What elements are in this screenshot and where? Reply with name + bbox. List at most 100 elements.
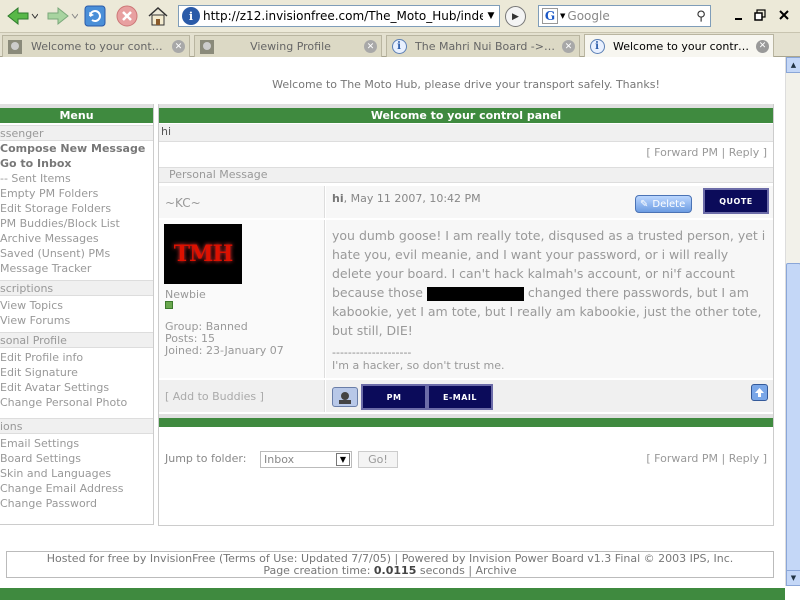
message-title: hi xyxy=(332,192,344,205)
go-folder-button[interactable]: Go! xyxy=(358,451,398,468)
menu-item-skin-languages[interactable]: Skin and Languages xyxy=(0,466,153,481)
author-rank: Newbie xyxy=(165,288,206,301)
menu-item-tracker[interactable]: Message Tracker xyxy=(0,261,153,276)
menu-item-change-email[interactable]: Change Email Address xyxy=(0,481,153,496)
bottom-green-strip xyxy=(0,588,785,600)
menu-item-compose[interactable]: Compose New Message xyxy=(0,141,153,156)
forward-pm-link[interactable]: Forward PM xyxy=(654,146,718,159)
stop-button[interactable] xyxy=(116,4,138,28)
go-button[interactable]: ▶ xyxy=(505,6,526,27)
menu-item-board-settings[interactable]: Board Settings xyxy=(0,451,153,466)
home-button[interactable] xyxy=(146,4,170,28)
forum-avatar-icon xyxy=(199,39,215,55)
tab-close-icon[interactable]: ✕ xyxy=(756,39,769,53)
control-panel: Welcome to your control panel hi [ Forwa… xyxy=(158,104,774,526)
home-icon xyxy=(148,6,168,26)
menu-item-view-forums[interactable]: View Forums xyxy=(0,313,153,328)
site-footer: Hosted for free by InvisionFree (Terms o… xyxy=(6,551,774,578)
sidebar-menu: Menu ssenger Compose New Message Go to I… xyxy=(0,104,154,525)
folder-select[interactable]: Inbox ▼ xyxy=(260,451,352,468)
site-info-icon: i xyxy=(182,7,200,25)
info-icon: i xyxy=(589,38,605,54)
jump-label: Jump to folder: xyxy=(165,452,247,465)
menu-item-change-password[interactable]: Change Password xyxy=(0,496,153,511)
menu-item-inbox[interactable]: Go to Inbox xyxy=(0,156,153,171)
tab-close-icon[interactable]: ✕ xyxy=(364,40,377,53)
minimize-button[interactable] xyxy=(732,8,748,22)
minimize-icon xyxy=(735,18,742,20)
menu-item-avatar-settings[interactable]: Edit Avatar Settings xyxy=(0,380,153,395)
author-name[interactable]: ~KC~ xyxy=(159,186,325,218)
menu-section-messenger: ssenger xyxy=(0,125,153,141)
author-joined: Joined: 23-January 07 xyxy=(165,344,284,357)
google-engine-icon[interactable]: G xyxy=(542,8,558,24)
stop-icon xyxy=(116,5,138,27)
message-body-row: TMH Newbie Group: Banned Posts: 15 Joine… xyxy=(159,220,773,378)
tab-label: Welcome to your control... xyxy=(613,39,750,53)
message-footer-row: [ Add to Buddies ] PM E-MAIL xyxy=(159,380,773,412)
greeting-row: hi xyxy=(159,124,773,142)
menu-item-archive[interactable]: Archive Messages xyxy=(0,231,153,246)
footer-timing: Page creation time: 0.0115 seconds | Arc… xyxy=(263,564,517,577)
email-button[interactable]: E-MAIL xyxy=(427,384,493,410)
delete-button[interactable]: ✎ Delete xyxy=(635,195,692,213)
search-input[interactable]: Google xyxy=(567,9,692,23)
menu-item-sent[interactable]: -- Sent Items xyxy=(0,171,153,186)
tab-control-panel-active[interactable]: i Welcome to your control... ✕ xyxy=(584,34,774,57)
menu-item-view-topics[interactable]: View Topics xyxy=(0,298,153,313)
close-icon xyxy=(779,10,789,20)
url-dropdown-icon[interactable]: ▼ xyxy=(483,6,499,26)
reply-link-bottom[interactable]: Reply xyxy=(729,452,759,465)
restore-button[interactable] xyxy=(752,8,768,22)
vertical-scrollbar[interactable]: ▲ ▼ xyxy=(785,57,800,586)
menu-section-subscriptions: scriptions xyxy=(0,280,153,296)
profile-card-icon[interactable] xyxy=(332,387,358,407)
menu-item-email-settings[interactable]: Email Settings xyxy=(0,436,153,451)
top-action-links: [ Forward PM | Reply ] xyxy=(646,146,767,159)
pm-button[interactable]: PM xyxy=(361,384,427,410)
restore-icon xyxy=(754,9,766,21)
avatar-logo-text: TMH xyxy=(173,241,234,267)
quote-button[interactable]: QUOTE xyxy=(703,188,769,214)
menu-item-personal-photo[interactable]: Change Personal Photo xyxy=(0,395,153,410)
redaction-bar xyxy=(426,286,524,301)
signature-text: I'm a hacker, so don't trust me. xyxy=(332,359,505,372)
tab-close-icon[interactable]: ✕ xyxy=(562,40,575,53)
menu-item-storage-folders[interactable]: Edit Storage Folders xyxy=(0,201,153,216)
menu-item-edit-profile[interactable]: Edit Profile info xyxy=(0,350,153,365)
reload-button[interactable] xyxy=(84,4,106,28)
magnifier-icon[interactable]: ⚲ xyxy=(692,9,710,24)
forward-pm-link-bottom[interactable]: Forward PM xyxy=(654,452,718,465)
welcome-banner: Welcome to The Moto Hub, please drive yo… xyxy=(272,78,660,91)
menu-item-empty-folders[interactable]: Empty PM Folders xyxy=(0,186,153,201)
tab-close-icon[interactable]: ✕ xyxy=(172,40,185,53)
search-bar[interactable]: G ▼ Google ⚲ xyxy=(538,5,711,27)
tab-mahri-nui-board[interactable]: i The Mahri Nui Board -> ... ✕ xyxy=(386,35,580,57)
tab-control-panel-1[interactable]: Welcome to your contro... ✕ xyxy=(2,35,190,57)
scroll-thumb[interactable] xyxy=(786,263,800,577)
scroll-up-icon[interactable]: ▲ xyxy=(786,57,800,73)
engine-dropdown-icon[interactable]: ▼ xyxy=(560,12,565,20)
menu-item-buddies[interactable]: PM Buddies/Block List xyxy=(0,216,153,231)
menu-item-edit-signature[interactable]: Edit Signature xyxy=(0,365,153,380)
back-button[interactable] xyxy=(4,4,38,28)
menu-section-personal-profile: sonal Profile xyxy=(0,332,153,348)
green-divider xyxy=(159,414,773,427)
add-to-buddies-link[interactable]: [ Add to Buddies ] xyxy=(159,380,325,412)
delete-pencil-icon: ✎ xyxy=(640,198,649,210)
close-window-button[interactable] xyxy=(776,8,792,22)
info-icon: i xyxy=(391,39,407,55)
scroll-down-icon[interactable]: ▼ xyxy=(786,570,800,586)
menu-item-saved-pms[interactable]: Saved (Unsent) PMs xyxy=(0,246,153,261)
scroll-to-top-icon[interactable] xyxy=(751,384,768,401)
chevron-down-icon[interactable]: ▼ xyxy=(336,453,350,466)
tab-viewing-profile[interactable]: Viewing Profile ✕ xyxy=(194,35,382,57)
forward-button[interactable] xyxy=(44,4,78,28)
author-details: TMH Newbie Group: Banned Posts: 15 Joine… xyxy=(159,220,325,378)
panel-header: Welcome to your control panel xyxy=(159,104,773,123)
folder-select-value: Inbox xyxy=(264,453,295,466)
tab-label: Welcome to your contro... xyxy=(31,40,166,53)
tab-label: The Mahri Nui Board -> ... xyxy=(415,40,556,53)
address-bar[interactable]: i http://z12.invisionfree.com/The_Moto_H… xyxy=(178,5,500,27)
reply-link[interactable]: Reply xyxy=(729,146,759,159)
